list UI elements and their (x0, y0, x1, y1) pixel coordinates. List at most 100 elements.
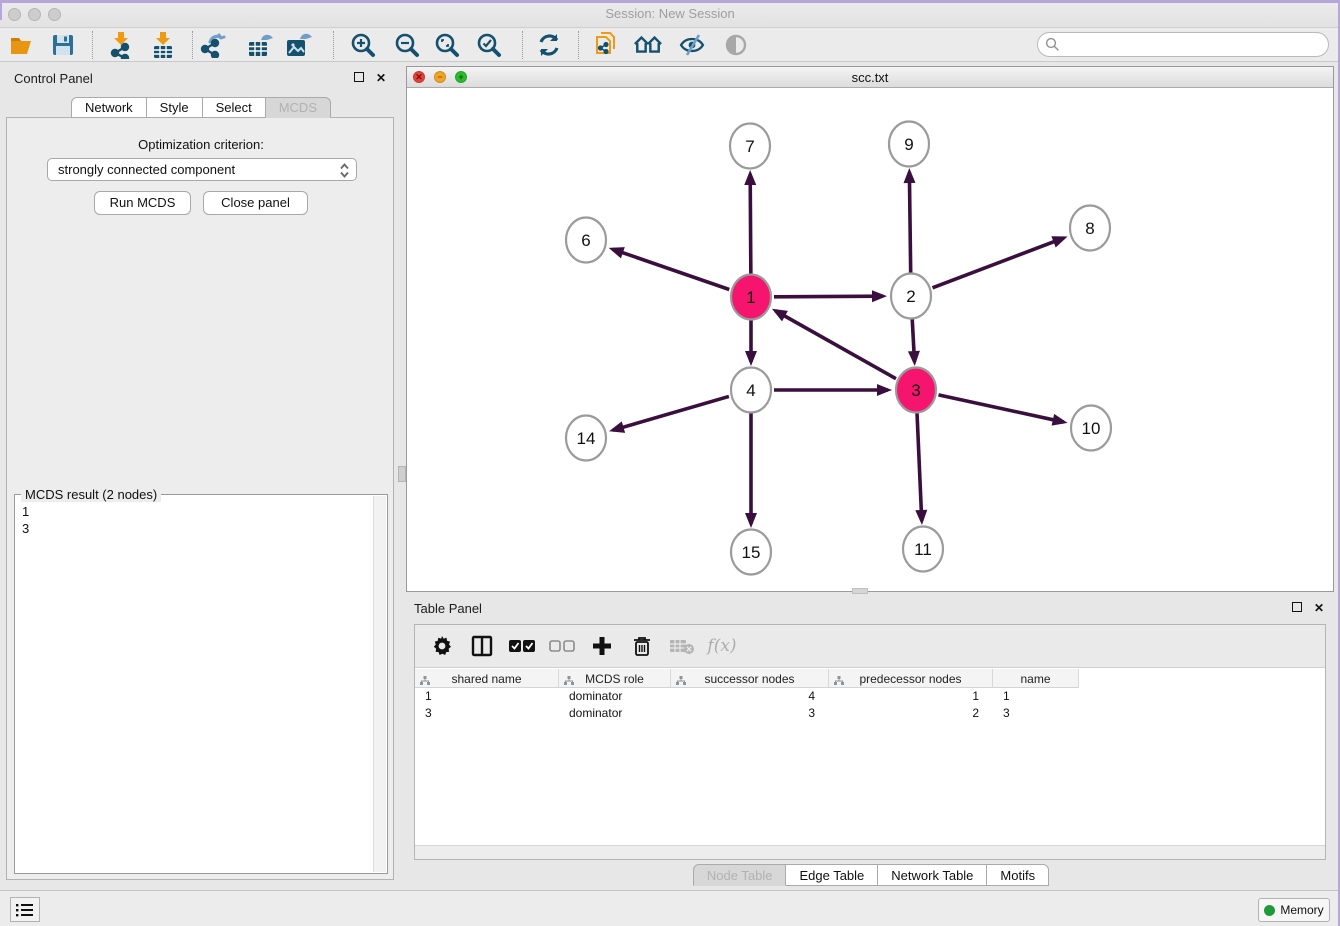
cell-successor-nodes[interactable]: 4 (671, 688, 829, 705)
show-hidden-eye-icon[interactable] (722, 31, 750, 59)
edge-2-3[interactable] (912, 319, 914, 362)
column-header-shared-name[interactable]: shared name (415, 669, 559, 688)
table-hscrollbar[interactable] (415, 845, 1325, 859)
result-scrollbar[interactable] (373, 496, 386, 872)
zoom-in-icon[interactable] (349, 31, 377, 59)
mcds-result-box: MCDS result (2 nodes) 13 (14, 494, 388, 874)
export-image-icon[interactable] (285, 31, 313, 59)
table-toolbar: f(x) (415, 625, 1325, 668)
column-label: successor nodes (704, 672, 794, 686)
cell-predecessor-nodes[interactable]: 1 (829, 688, 993, 705)
table-row[interactable]: 3dominator323 (415, 705, 1079, 722)
node-label-3: 3 (911, 381, 920, 400)
deselect-all-icon[interactable] (549, 633, 575, 659)
optimization-criterion-select[interactable]: strongly connected component (47, 158, 357, 181)
cell-name[interactable]: 1 (993, 688, 1079, 705)
column-label: name (1020, 672, 1050, 686)
search-field[interactable] (1037, 32, 1329, 57)
node-label-14: 14 (577, 429, 596, 448)
column-type-icon (564, 674, 574, 688)
node-label-2: 2 (906, 287, 915, 306)
tab-mcds[interactable]: MCDS (266, 97, 331, 118)
node-label-10: 10 (1082, 419, 1101, 438)
toolbar-separator (192, 31, 193, 59)
edge-1-6[interactable] (612, 249, 729, 289)
network-view-window: ✕ − + scc.txt 7968124314101511 (406, 66, 1334, 592)
control-panel: Control Panel ✕ NetworkStyleSelectMCDS O… (2, 66, 400, 882)
status-bar: Memory (0, 890, 1340, 926)
zoom-fit-icon[interactable] (433, 31, 461, 59)
edge-4-14[interactable] (613, 396, 729, 430)
network-title: scc.txt (407, 70, 1333, 85)
show-columns-icon[interactable] (469, 633, 495, 659)
task-history-button[interactable] (10, 897, 40, 922)
import-table-icon[interactable] (149, 31, 177, 59)
cell-shared-name[interactable]: 3 (415, 705, 559, 722)
open-session-icon[interactable] (8, 31, 36, 59)
edge-3-1[interactable] (775, 311, 896, 379)
delete-table-icon[interactable] (669, 633, 695, 659)
apply-layout-icon[interactable] (535, 31, 563, 59)
toolbar-separator (522, 31, 523, 59)
node-label-8: 8 (1085, 219, 1094, 238)
edge-2-8[interactable] (933, 238, 1064, 288)
close-panel-button[interactable]: Close panel (203, 191, 308, 215)
network-window-titlebar[interactable]: ✕ − + scc.txt (407, 67, 1333, 88)
tab-motifs[interactable]: Motifs (987, 864, 1049, 886)
cell-predecessor-nodes[interactable]: 2 (829, 705, 993, 722)
tab-select[interactable]: Select (203, 97, 266, 118)
add-row-icon[interactable] (589, 633, 615, 659)
memory-label: Memory (1280, 903, 1323, 917)
vertical-split-handle[interactable] (398, 466, 406, 482)
zoom-out-icon[interactable] (393, 31, 421, 59)
function-builder-icon[interactable]: f(x) (709, 633, 735, 659)
edge-1-2[interactable] (774, 296, 883, 297)
cell-successor-nodes[interactable]: 3 (671, 705, 829, 722)
edge-1-7[interactable] (750, 174, 751, 274)
column-header-predecessor-nodes[interactable]: predecessor nodes (829, 669, 993, 688)
memory-button[interactable]: Memory (1258, 898, 1330, 922)
close-table-panel-icon[interactable]: ✕ (1314, 602, 1324, 614)
close-panel-icon[interactable]: ✕ (376, 72, 386, 84)
cell-MCDS-role[interactable]: dominator (559, 705, 671, 722)
show-all-home-icon[interactable] (634, 31, 662, 59)
table-row[interactable]: 1dominator411 (415, 688, 1079, 705)
node-label-1: 1 (746, 288, 755, 307)
cell-MCDS-role[interactable]: dominator (559, 688, 671, 705)
delete-row-trash-icon[interactable] (629, 633, 655, 659)
optimization-criterion-value: strongly connected component (58, 162, 235, 177)
hide-selected-eye-icon[interactable] (678, 31, 706, 59)
clone-network-icon[interactable] (592, 31, 620, 59)
edge-3-11[interactable] (917, 413, 922, 521)
float-panel-icon[interactable] (354, 72, 364, 82)
column-header-name[interactable]: name (993, 669, 1079, 688)
search-input[interactable] (1064, 38, 1328, 52)
column-header-successor-nodes[interactable]: successor nodes (671, 669, 829, 688)
edge-2-9[interactable] (909, 172, 910, 273)
save-session-icon[interactable] (49, 31, 77, 59)
network-canvas[interactable]: 7968124314101511 (407, 88, 1333, 591)
edge-3-10[interactable] (938, 395, 1063, 422)
tab-network-table[interactable]: Network Table (878, 864, 987, 886)
control-panel-tabs: NetworkStyleSelectMCDS (2, 97, 400, 118)
tab-edge-table[interactable]: Edge Table (786, 864, 878, 886)
column-header-MCDS-role[interactable]: MCDS role (559, 669, 671, 688)
export-table-icon[interactable] (247, 31, 275, 59)
export-network-icon[interactable] (200, 31, 228, 59)
column-type-icon (420, 674, 430, 688)
float-table-panel-icon[interactable] (1292, 602, 1302, 612)
import-network-icon[interactable] (107, 31, 135, 59)
tab-node-table[interactable]: Node Table (693, 864, 787, 886)
cell-name[interactable]: 3 (993, 705, 1079, 722)
settings-gear-icon[interactable] (429, 633, 455, 659)
network-graph[interactable]: 7968124314101511 (407, 88, 1333, 591)
cell-shared-name[interactable]: 1 (415, 688, 559, 705)
horizontal-split-handle[interactable] (852, 588, 868, 594)
zoom-selected-icon[interactable] (475, 31, 503, 59)
select-all-icon[interactable] (509, 633, 535, 659)
table-panel: Table Panel ✕ (406, 596, 1336, 886)
column-label: predecessor nodes (859, 672, 961, 686)
run-mcds-button[interactable]: Run MCDS (94, 191, 191, 215)
tab-network[interactable]: Network (71, 97, 147, 118)
tab-style[interactable]: Style (147, 97, 203, 118)
